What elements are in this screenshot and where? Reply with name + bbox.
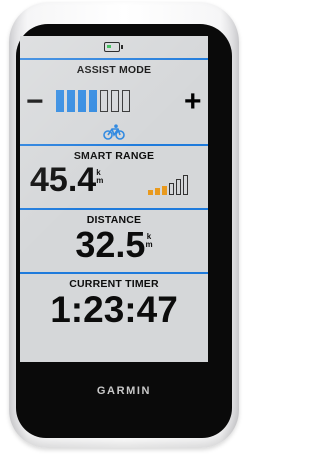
assist-increase-button[interactable]: + [184, 87, 202, 117]
assist-level-bar [122, 90, 130, 112]
assist-level-bar [67, 90, 75, 112]
current-timer-value: 1:23:47 [50, 289, 178, 330]
unit-bottom: m [145, 240, 153, 249]
range-signal-bars [148, 173, 188, 195]
range-signal-bar [183, 175, 188, 195]
range-signal-bar [169, 183, 174, 195]
assist-decrease-button[interactable]: − [26, 87, 44, 117]
assist-level-bars [56, 90, 130, 112]
range-signal-bar [155, 188, 160, 195]
range-signal-bar [176, 179, 181, 195]
smart-range-value: 45.4 [30, 161, 97, 199]
distance-readout: 32.5k m [20, 227, 208, 263]
assist-level-bar [100, 90, 108, 112]
e-bike-icon [103, 124, 125, 140]
distance-unit: km [145, 233, 152, 249]
distance-value: 32.5 [75, 224, 146, 265]
assist-level-bar [78, 90, 86, 112]
range-signal-bar [162, 186, 167, 195]
smart-range-readout: 45.4k m [30, 163, 150, 197]
battery-icon [104, 42, 123, 52]
range-signal-bar [148, 190, 153, 195]
divider [20, 144, 208, 146]
assist-mode-control: − + [20, 87, 208, 118]
assist-level-bar [111, 90, 119, 112]
divider [20, 58, 208, 60]
assist-mode-label: ASSIST MODE [76, 64, 152, 76]
divider [20, 272, 208, 274]
device-screen: ASSIST MODE − + SMART RANGE 45.4k m DISTA… [20, 36, 208, 362]
garmin-logo: GARMIN [96, 385, 152, 397]
unit-bottom: m [96, 176, 104, 185]
smart-range-unit: km [96, 169, 103, 185]
assist-level-bar [56, 90, 64, 112]
assist-level-bar [89, 90, 97, 112]
divider [20, 208, 208, 210]
